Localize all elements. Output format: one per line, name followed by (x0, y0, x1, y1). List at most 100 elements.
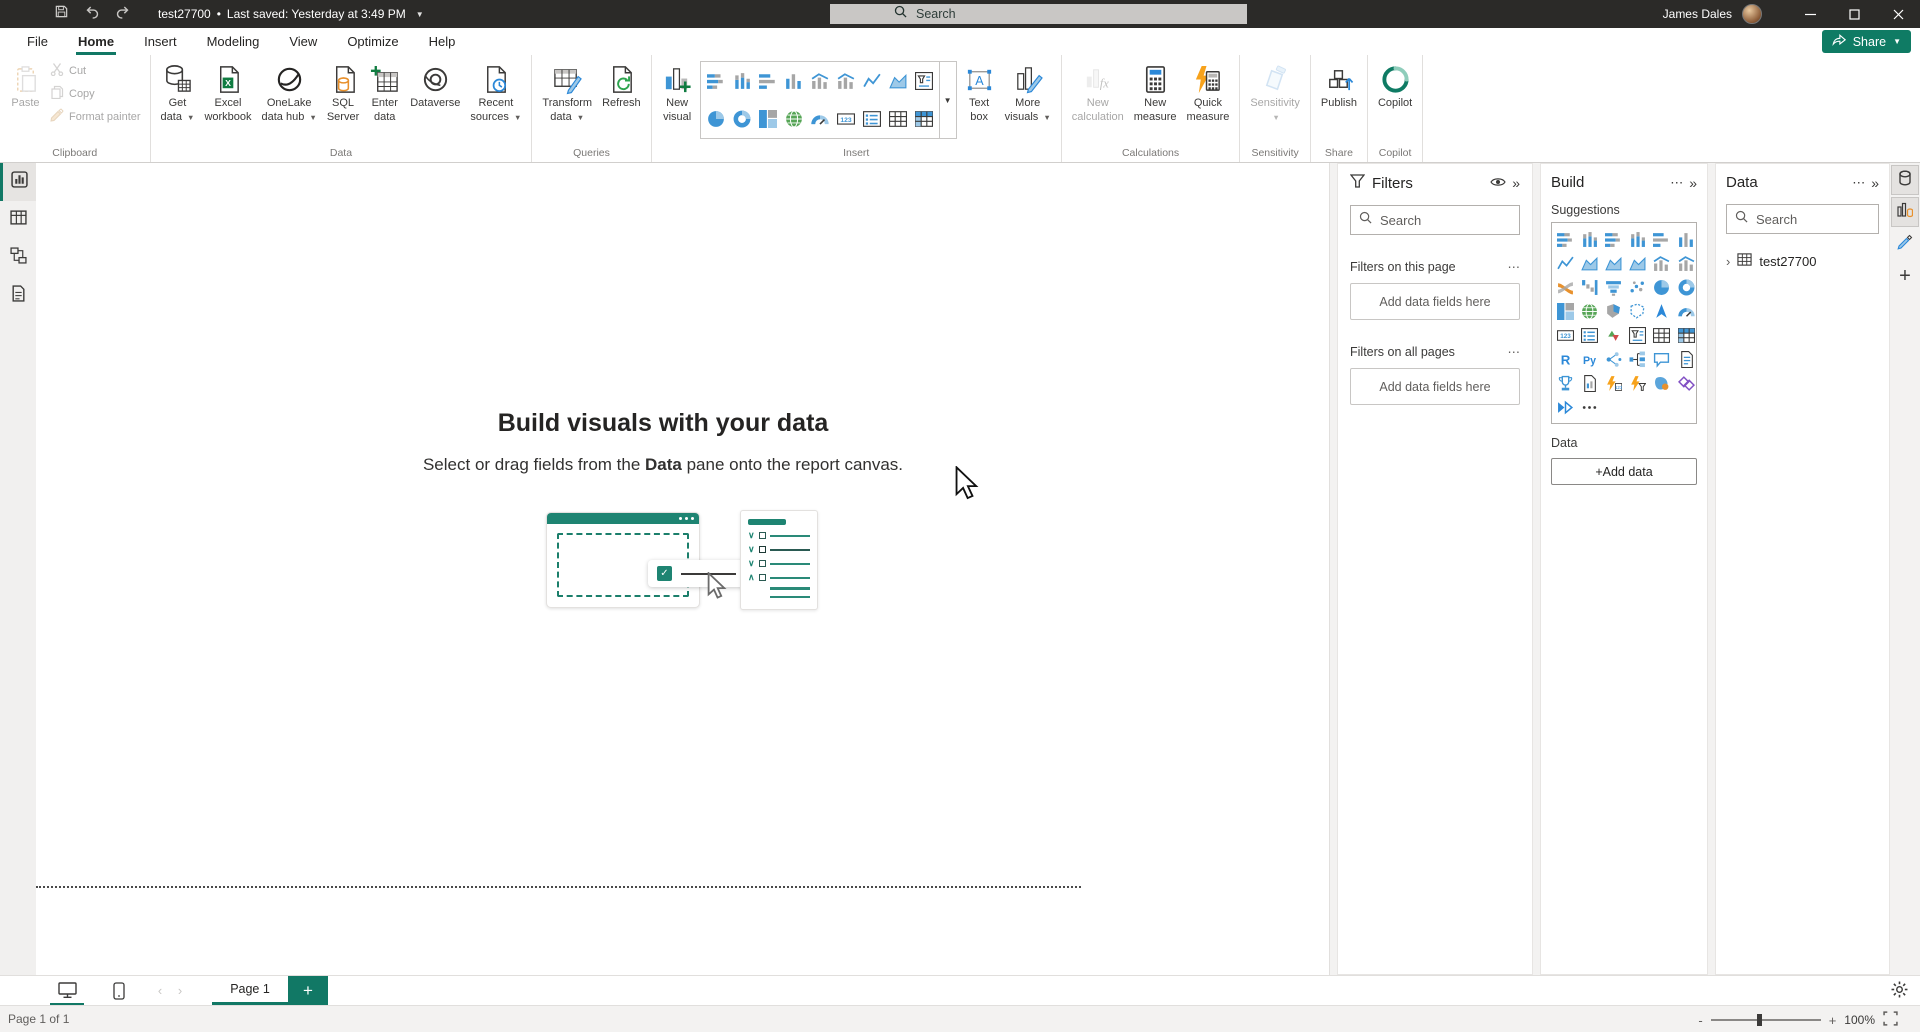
sensitivity-button[interactable]: Sensitivity ▼ (1245, 57, 1305, 125)
stacked-bar-chart-icon[interactable] (703, 62, 729, 100)
title-dropdown-caret[interactable]: ▼ (416, 10, 424, 19)
metrics-icon[interactable] (1553, 371, 1577, 395)
line-chart-icon[interactable] (1553, 251, 1577, 275)
new-measure-button[interactable]: Newmeasure (1129, 57, 1182, 125)
recent-sources-button[interactable]: Recentsources ▼ (465, 57, 526, 125)
donut-chart-icon[interactable] (729, 100, 755, 138)
line-chart-icon[interactable] (859, 62, 885, 100)
treemap-icon[interactable] (755, 100, 781, 138)
menu-modeling[interactable]: Modeling (192, 28, 275, 55)
onelake-data-hub-button[interactable]: OneLakedata hub ▼ (257, 57, 322, 125)
filter-dropzone[interactable]: Add data fields here (1350, 368, 1520, 405)
zoom-slider[interactable] (1711, 1019, 1821, 1021)
dataverse-button[interactable]: Dataverse (405, 57, 465, 111)
add-page-button[interactable]: + (288, 976, 328, 1006)
line-stacked-column-chart-icon[interactable] (807, 62, 833, 100)
more-visuals-button[interactable]: Morevisuals ▼ (1000, 57, 1056, 125)
map-icon[interactable] (1577, 299, 1601, 323)
map-icon[interactable] (781, 100, 807, 138)
table-icon[interactable] (885, 100, 911, 138)
global-search-box[interactable] (830, 4, 1247, 24)
line-clustered-column-chart-icon[interactable] (833, 62, 859, 100)
data-search-box[interactable] (1726, 204, 1879, 234)
clustered-column-chart-icon[interactable] (781, 62, 807, 100)
power-automate-visual-icon[interactable] (1626, 371, 1650, 395)
paste-button[interactable]: Paste (5, 57, 46, 111)
section-options-icon[interactable]: ⋯ (1508, 344, 1521, 359)
new-visual-button[interactable]: Newvisual (657, 57, 698, 125)
collapse-data-icon[interactable]: » (1869, 175, 1879, 191)
line-stacked-column-chart-icon[interactable] (1650, 251, 1674, 275)
menu-home[interactable]: Home (63, 28, 129, 55)
multi-row-card-icon[interactable] (1577, 323, 1601, 347)
100-stacked-column-chart-icon[interactable] (1626, 227, 1650, 251)
filled-map-icon[interactable] (1601, 299, 1625, 323)
mobile-layout-icon[interactable] (102, 976, 136, 1006)
filter-dropzone[interactable]: Add data fields here (1350, 283, 1520, 320)
gauge-icon[interactable] (1674, 299, 1698, 323)
collapse-build-icon[interactable]: » (1687, 175, 1697, 191)
stacked-column-chart-icon[interactable] (1577, 227, 1601, 251)
matrix-icon[interactable] (1674, 323, 1698, 347)
qa-visual-icon[interactable] (1650, 347, 1674, 371)
card-icon[interactable]: 123 (833, 100, 859, 138)
format-pane-switch-button[interactable] (1891, 229, 1919, 259)
copilot-button[interactable]: Copilot (1373, 57, 1417, 111)
add-pane-button[interactable]: + (1891, 261, 1919, 291)
maximize-button[interactable] (1832, 0, 1876, 28)
donut-chart-icon[interactable] (1674, 275, 1698, 299)
table-view-button[interactable] (0, 201, 36, 239)
expand-chevron-icon[interactable]: › (1726, 254, 1730, 269)
zoom-in-button[interactable]: + (1829, 1013, 1837, 1028)
data-pane-switch-button[interactable] (1891, 165, 1919, 195)
data-search-input[interactable] (1756, 212, 1870, 227)
settings-gear-icon[interactable] (1891, 981, 1908, 1003)
dax-query-view-button[interactable] (0, 277, 36, 315)
share-button[interactable]: Share ▼ (1822, 30, 1911, 53)
pie-chart-icon[interactable] (1650, 275, 1674, 299)
text-box-button[interactable]: ATextbox (959, 57, 1000, 125)
azure-map-icon[interactable] (1650, 299, 1674, 323)
kpi-icon[interactable] (1601, 323, 1625, 347)
stacked-column-chart-icon[interactable] (729, 62, 755, 100)
multi-row-card-icon[interactable] (859, 100, 885, 138)
menu-view[interactable]: View (274, 28, 332, 55)
search-input[interactable] (916, 7, 1176, 21)
treemap-icon[interactable] (1553, 299, 1577, 323)
data-table-row[interactable]: › test27700 (1726, 252, 1879, 270)
document-title[interactable]: test27700 • Last saved: Yesterday at 3:4… (158, 7, 424, 21)
get-data-button[interactable]: Getdata ▼ (156, 57, 200, 125)
collapse-filters-icon[interactable]: » (1510, 175, 1520, 191)
arcgis-map-icon[interactable] (1650, 371, 1674, 395)
smart-narrative-icon[interactable] (1674, 347, 1698, 371)
pie-chart-icon[interactable] (703, 100, 729, 138)
stacked-area-chart-icon[interactable] (1601, 251, 1625, 275)
more-visual-options-icon[interactable] (1577, 395, 1601, 419)
prev-page-arrow[interactable]: ‹ (150, 983, 170, 998)
power-apps-visual-icon[interactable]: 123 (1601, 371, 1625, 395)
build-pane-switch-button[interactable] (1891, 197, 1919, 227)
gallery-expand-icon[interactable]: ▼ (940, 61, 957, 139)
filters-search-input[interactable] (1380, 213, 1511, 228)
filters-search-box[interactable] (1350, 205, 1520, 235)
redo-icon[interactable] (115, 4, 131, 24)
fit-to-page-icon[interactable] (1883, 1011, 1898, 1029)
report-filter-visual-icon[interactable] (911, 62, 937, 100)
zoom-out-button[interactable]: - (1698, 1013, 1702, 1028)
publish-button[interactable]: Publish (1316, 57, 1362, 111)
next-page-arrow[interactable]: › (170, 983, 190, 998)
custom-visual-diamond-icon[interactable] (1674, 371, 1698, 395)
100-stacked-bar-chart-icon[interactable] (1601, 227, 1625, 251)
section-options-icon[interactable]: ⋯ (1508, 259, 1521, 274)
copy-button[interactable]: Copy (46, 82, 145, 105)
gauge-icon[interactable] (807, 100, 833, 138)
add-data-button[interactable]: +Add data (1551, 458, 1697, 485)
format-painter-button[interactable]: Format painter (46, 105, 145, 128)
zoom-slider-thumb[interactable] (1757, 1014, 1762, 1026)
clustered-column-chart-icon[interactable] (1674, 227, 1698, 251)
area-chart-icon[interactable] (885, 62, 911, 100)
save-icon[interactable] (54, 4, 69, 24)
waterfall-chart-icon[interactable] (1577, 275, 1601, 299)
shape-map-icon[interactable] (1626, 299, 1650, 323)
eye-icon[interactable] (1486, 176, 1510, 191)
